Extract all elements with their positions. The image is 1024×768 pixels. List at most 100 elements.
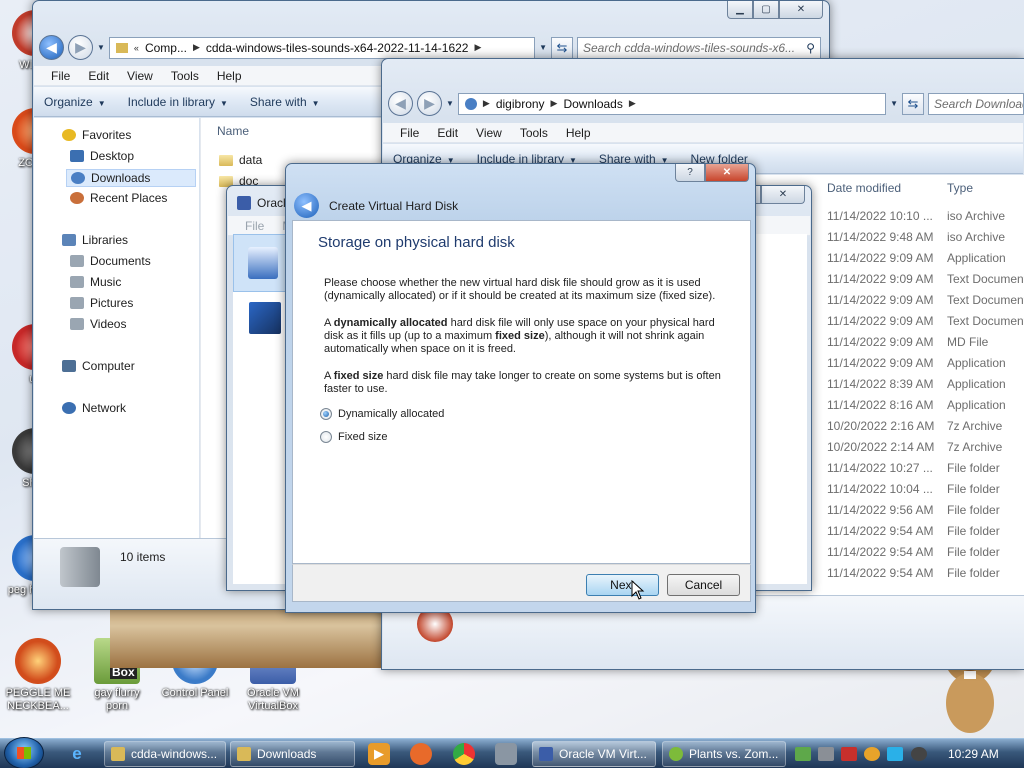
next-button[interactable]: Next xyxy=(586,574,659,596)
recent-pages-dropdown-icon[interactable]: ▼ xyxy=(97,43,105,52)
table-row[interactable]: 10/20/2022 2:14 AM 7z Archive xyxy=(819,436,1024,457)
table-row[interactable]: 11/14/2022 9:09 AM Text Document xyxy=(819,289,1024,310)
menu-help[interactable]: Help xyxy=(557,126,600,140)
breadcrumb-separator-icon[interactable]: ▶ xyxy=(551,98,558,109)
close-button[interactable]: ✕ xyxy=(779,1,823,19)
nav-pictures[interactable]: Pictures xyxy=(70,296,133,310)
table-row[interactable]: 11/14/2022 8:16 AM Application xyxy=(819,394,1024,415)
nav-recent-places[interactable]: Recent Places xyxy=(70,191,167,205)
search-box[interactable]: Search Downloads xyxy=(928,92,1024,115)
breadcrumb-separator-icon[interactable]: ▶ xyxy=(629,98,636,109)
antivirus-tray-icon[interactable] xyxy=(841,747,857,761)
taskbar-button-cdda[interactable]: cdda-windows... xyxy=(104,741,226,767)
share-with-button[interactable]: Share with ▼ xyxy=(250,95,320,109)
vm-item-selected[interactable] xyxy=(233,234,288,292)
nav-music[interactable]: Music xyxy=(70,275,121,289)
table-row[interactable]: 11/14/2022 9:56 AM File folder xyxy=(819,499,1024,520)
calculator-icon[interactable] xyxy=(495,743,517,765)
cancel-button[interactable]: Cancel xyxy=(667,574,740,596)
menu-edit[interactable]: Edit xyxy=(79,69,118,83)
table-row[interactable]: 11/14/2022 9:09 AM MD File xyxy=(819,331,1024,352)
refresh-button[interactable]: ⇆ xyxy=(902,92,924,115)
include-in-library-button[interactable]: Include in library ▼ xyxy=(128,95,228,109)
column-header-type[interactable]: Type xyxy=(947,181,973,195)
column-header-date[interactable]: Date modified xyxy=(827,181,901,195)
forward-button[interactable]: ▶ xyxy=(68,35,93,60)
nav-computer[interactable]: Computer xyxy=(62,359,135,373)
menu-view[interactable]: View xyxy=(467,126,511,140)
taskbar-button-downloads[interactable]: Downloads xyxy=(230,741,355,767)
radio-button-selected[interactable] xyxy=(320,408,332,420)
menu-file[interactable]: File xyxy=(236,219,273,233)
breadcrumb-item[interactable]: Downloads xyxy=(563,97,622,111)
chrome-icon[interactable] xyxy=(453,743,475,765)
help-button[interactable]: ? xyxy=(675,164,705,182)
breadcrumb-item[interactable]: cdda-windows-tiles-sounds-x64-2022-11-14… xyxy=(206,41,469,55)
menu-file[interactable]: File xyxy=(42,69,79,83)
nav-network[interactable]: Network xyxy=(62,401,126,415)
radio-dynamically-allocated[interactable]: Dynamically allocated xyxy=(320,408,444,420)
vm-item-xp[interactable] xyxy=(233,296,288,348)
menu-tools[interactable]: Tools xyxy=(162,69,208,83)
taskbar-button-plants-vs-zombies[interactable]: Plants vs. Zom... xyxy=(662,741,786,767)
volume-tray-icon[interactable] xyxy=(911,747,927,761)
table-row[interactable]: 11/14/2022 9:09 AM Text Document xyxy=(819,268,1024,289)
nav-videos[interactable]: Videos xyxy=(70,317,126,331)
menu-view[interactable]: View xyxy=(118,69,162,83)
radio-fixed-size[interactable]: Fixed size xyxy=(320,431,388,443)
back-button[interactable]: ◀ xyxy=(39,35,64,60)
recent-pages-dropdown-icon[interactable]: ▼ xyxy=(446,99,454,108)
table-row[interactable]: 11/14/2022 9:54 AM File folder xyxy=(819,562,1024,583)
paint-icon[interactable] xyxy=(410,743,432,765)
desktop-icon-peggle-neckbeard[interactable]: PEGGLE ME NECKBEA... xyxy=(3,638,73,713)
menu-file[interactable]: File xyxy=(391,126,428,140)
create-virtual-hard-disk-dialog[interactable]: ? ✕ ◀ Create Virtual Hard Disk Storage o… xyxy=(285,163,756,613)
table-row[interactable]: 11/14/2022 9:09 AM Text Document xyxy=(819,310,1024,331)
breadcrumb-separator-icon[interactable]: ▶ xyxy=(474,42,481,53)
organize-button[interactable]: Organize ▼ xyxy=(44,95,106,109)
table-row[interactable]: 11/14/2022 10:10 ... iso Archive xyxy=(819,205,1024,226)
table-row[interactable]: 11/14/2022 10:04 ... File folder xyxy=(819,478,1024,499)
internet-explorer-icon[interactable]: e xyxy=(66,743,88,765)
menu-edit[interactable]: Edit xyxy=(428,126,467,140)
taskbar-button-virtualbox[interactable]: Oracle VM Virt... xyxy=(532,741,656,767)
media-player-icon[interactable]: ▶ xyxy=(368,743,390,765)
nav-libraries[interactable]: Libraries xyxy=(62,233,128,247)
file-item-data[interactable]: data xyxy=(219,153,262,167)
column-header-name[interactable]: Name xyxy=(217,124,249,138)
radio-button[interactable] xyxy=(320,431,332,443)
dialog-back-button[interactable]: ◀ xyxy=(294,193,319,218)
close-button[interactable]: ✕ xyxy=(761,186,805,204)
breadcrumb-separator-icon[interactable]: ▶ xyxy=(483,98,490,109)
start-button[interactable] xyxy=(4,737,44,768)
maximize-button[interactable]: ▢ xyxy=(753,1,779,19)
forward-button[interactable]: ▶ xyxy=(417,91,442,116)
table-row[interactable]: 11/14/2022 8:39 AM Application xyxy=(819,373,1024,394)
address-bar[interactable]: « Comp... ▶ cdda-windows-tiles-sounds-x6… xyxy=(108,36,536,59)
search-box[interactable]: Search cdda-windows-tiles-sounds-x6... ⚲ xyxy=(577,36,821,59)
close-button[interactable]: ✕ xyxy=(705,164,749,182)
settings-tray-icon[interactable] xyxy=(818,747,834,761)
menu-tools[interactable]: Tools xyxy=(511,126,557,140)
minimize-button[interactable]: ▁ xyxy=(727,1,753,19)
breadcrumb-item[interactable]: Comp... xyxy=(145,41,187,55)
nav-favorites[interactable]: Favorites xyxy=(62,128,131,142)
address-dropdown-icon[interactable]: ▼ xyxy=(539,43,547,52)
breadcrumb-separator-icon[interactable]: ▶ xyxy=(193,42,200,53)
address-bar[interactable]: ▶ digibrony ▶ Downloads ▶ xyxy=(457,92,887,115)
table-row[interactable]: 11/14/2022 9:54 AM File folder xyxy=(819,520,1024,541)
display-tray-icon[interactable] xyxy=(887,747,903,761)
nav-documents[interactable]: Documents xyxy=(70,254,151,268)
nav-desktop[interactable]: Desktop xyxy=(70,149,134,163)
table-row[interactable]: 11/14/2022 9:09 AM Application xyxy=(819,247,1024,268)
refresh-button[interactable]: ⇆ xyxy=(551,36,573,59)
address-dropdown-icon[interactable]: ▼ xyxy=(890,99,898,108)
table-row[interactable]: 11/14/2022 9:54 AM File folder xyxy=(819,541,1024,562)
search-tray-icon[interactable] xyxy=(864,747,880,761)
breadcrumb-item[interactable]: digibrony xyxy=(496,97,545,111)
system-clock[interactable]: 10:29 AM xyxy=(948,747,999,761)
table-row[interactable]: 10/20/2022 2:16 AM 7z Archive xyxy=(819,415,1024,436)
menu-help[interactable]: Help xyxy=(208,69,251,83)
table-row[interactable]: 11/14/2022 9:09 AM Application xyxy=(819,352,1024,373)
network-tray-icon[interactable] xyxy=(795,747,811,761)
